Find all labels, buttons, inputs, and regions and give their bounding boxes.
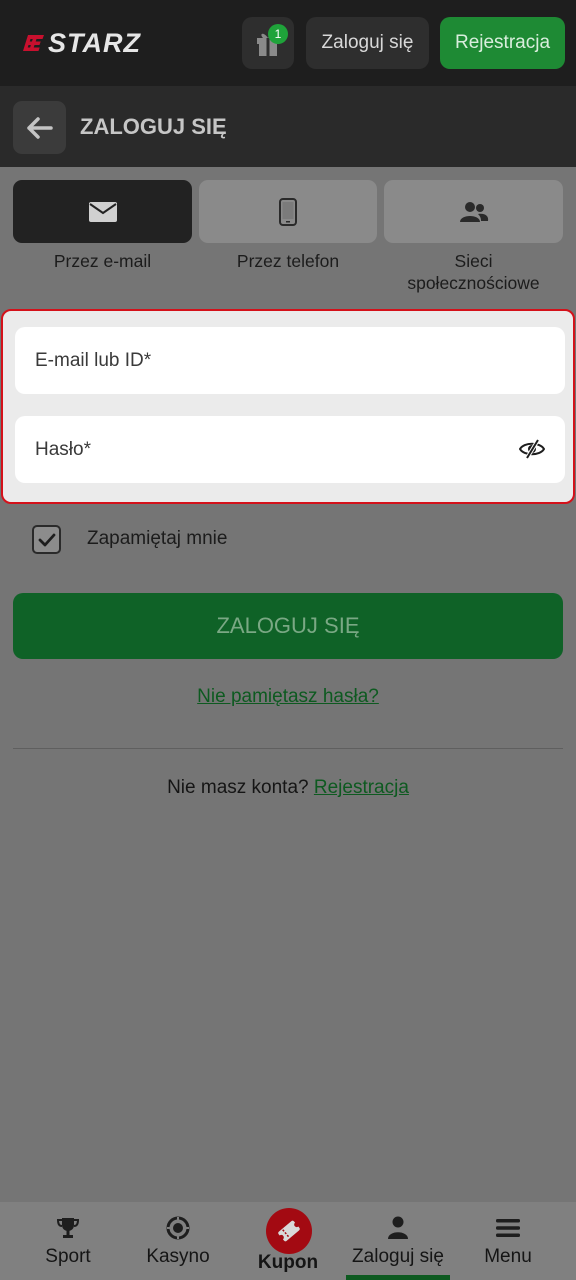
nav-active-indicator xyxy=(346,1275,450,1280)
arrow-left-icon xyxy=(26,116,53,139)
remember-label[interactable]: Zapamiętaj mnie xyxy=(87,528,227,550)
hamburger-icon xyxy=(496,1219,520,1237)
nav-item-menu[interactable]: Menu xyxy=(468,1202,548,1280)
nav-item-kupon[interactable]: Kupon xyxy=(248,1202,328,1280)
tab-email-label: Przez e-mail xyxy=(53,251,152,271)
checkmark-icon xyxy=(38,533,55,546)
nav-label-menu: Menu xyxy=(484,1246,532,1267)
register-link[interactable]: Rejestracja xyxy=(314,777,409,798)
back-button[interactable] xyxy=(13,101,66,154)
divider xyxy=(13,748,563,749)
header-register-button[interactable]: Rejestracja xyxy=(440,17,565,69)
page-title: ZALOGUJ SIĘ xyxy=(80,114,227,139)
password-field-container xyxy=(15,416,565,483)
eye-slash-icon[interactable] xyxy=(519,438,545,460)
login-form-panel xyxy=(1,309,575,504)
envelope-icon xyxy=(88,201,117,222)
tab-social-label: Sieci społecznościowe xyxy=(407,251,540,293)
nav-item-kasyno[interactable]: Kasyno xyxy=(138,1202,218,1280)
trophy-icon xyxy=(56,1218,80,1238)
forgot-password-link-text[interactable]: Nie pamiętasz hasła? xyxy=(197,686,379,707)
tab-phone[interactable] xyxy=(199,180,377,243)
kupon-circle xyxy=(266,1208,312,1254)
nav-label-kupon: Kupon xyxy=(257,1252,319,1273)
phone-icon xyxy=(279,197,297,226)
email-field-container xyxy=(15,327,565,394)
password-input[interactable] xyxy=(15,416,565,483)
tab-social[interactable] xyxy=(384,180,563,243)
remember-checkbox[interactable] xyxy=(32,525,61,554)
users-icon xyxy=(459,201,488,222)
top-bar: STARZ 1 Zaloguj się Rejestracja xyxy=(0,0,576,86)
gift-button[interactable]: 1 xyxy=(242,17,294,69)
nav-item-sport[interactable]: Sport xyxy=(28,1202,108,1280)
tab-email[interactable] xyxy=(13,180,192,243)
casino-chip-icon xyxy=(166,1216,190,1240)
gift-badge: 1 xyxy=(268,24,288,44)
logo-text: STARZ xyxy=(48,27,141,58)
tab-phone-label: Przez telefon xyxy=(236,251,340,271)
forgot-password-link: Nie pamiętasz hasła? xyxy=(0,686,576,708)
no-account-text: Nie masz konta? Rejestracja xyxy=(0,777,576,799)
email-input[interactable] xyxy=(15,327,565,394)
nav-label-login: Zaloguj się xyxy=(352,1246,444,1267)
nav-label-kasyno: Kasyno xyxy=(146,1246,210,1267)
ticket-icon xyxy=(278,1220,300,1242)
header-login-button[interactable]: Zaloguj się xyxy=(306,17,429,69)
nav-item-login[interactable]: Zaloguj się xyxy=(346,1202,450,1280)
logo-mark-icon xyxy=(23,35,44,51)
nav-label-sport: Sport xyxy=(45,1246,91,1267)
bottom-nav: Sport Kasyno Kupon Zaloguj się Menu xyxy=(0,1202,576,1280)
logo[interactable]: STARZ xyxy=(22,26,141,60)
login-submit-button[interactable]: ZALOGUJ SIĘ xyxy=(13,593,563,659)
no-account-label: Nie masz konta? xyxy=(167,777,309,798)
user-icon xyxy=(388,1216,408,1239)
sub-header: ZALOGUJ SIĘ xyxy=(0,86,576,167)
